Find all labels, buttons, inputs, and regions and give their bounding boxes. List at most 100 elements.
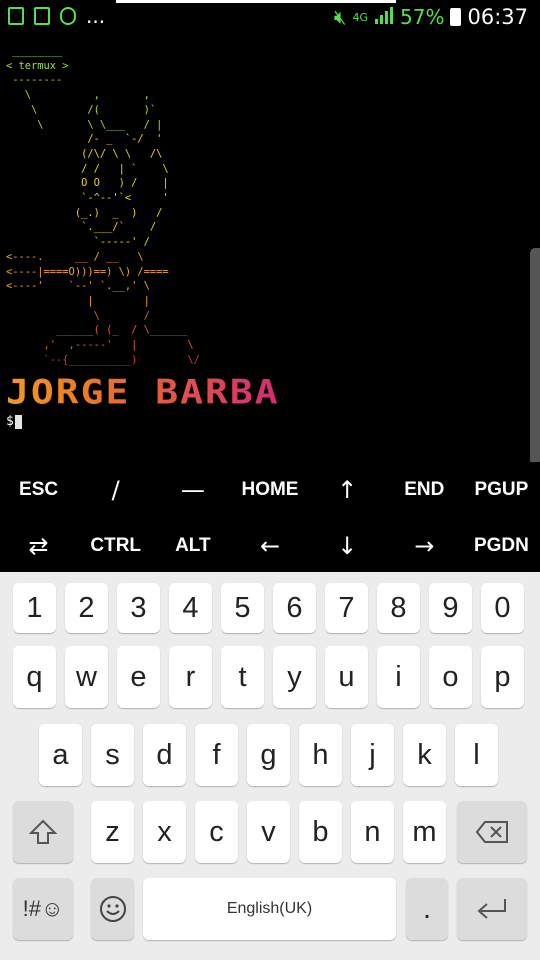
backspace-icon	[475, 821, 508, 843]
key-w[interactable]: w	[65, 646, 108, 708]
alt-key[interactable]: ALT	[154, 518, 231, 574]
shell-prompt[interactable]: $	[6, 414, 22, 429]
mute-icon: 🔇︎	[333, 5, 347, 29]
key-y[interactable]: y	[273, 646, 316, 708]
arrow-down-key[interactable]: ↓	[309, 518, 386, 574]
key-4[interactable]: 4	[169, 583, 212, 633]
home-key[interactable]: HOME	[231, 462, 308, 518]
ascii-art-line: ______( (_ / \______	[56, 324, 188, 337]
key-g[interactable]: g	[247, 724, 290, 786]
key-t[interactable]: t	[221, 646, 264, 708]
text-cursor	[14, 414, 22, 429]
arrow-left-key[interactable]: ←	[231, 518, 308, 574]
battery-percent: 57%	[400, 5, 445, 29]
terminal-view[interactable]: ________ < termux > -------- \ , , \ /( …	[0, 38, 540, 468]
clock: 06:37	[467, 5, 528, 29]
extra-keys-row-2: ⇄ CTRL ALT ← ↓ → PGDN	[0, 518, 540, 574]
enter-key[interactable]	[457, 878, 527, 940]
ascii-art-line: <----|====O)))==) \) /====	[6, 265, 169, 278]
key-k[interactable]: k	[403, 724, 446, 786]
key-0[interactable]: 0	[481, 583, 524, 633]
backspace-key[interactable]	[457, 801, 527, 863]
ascii-art-line: ,' ,-----' | \	[43, 339, 194, 352]
shift-icon	[29, 819, 57, 844]
ascii-art-line: / / | ` \	[81, 162, 169, 175]
ascii-art-line: <----. __ / __ \	[6, 250, 144, 263]
signal-icon	[374, 6, 394, 29]
status-bar: ... 🔇︎ 4G 57% 06:37	[0, 0, 540, 38]
key-6[interactable]: 6	[273, 583, 316, 633]
page-down-key[interactable]: PGDN	[463, 518, 540, 574]
arrow-right-key[interactable]: →	[386, 518, 463, 574]
ascii-art-line: `--{__________) \/	[43, 353, 200, 366]
ctrl-key[interactable]: CTRL	[77, 518, 154, 574]
battery-icon	[450, 8, 462, 26]
period-key[interactable]: .	[406, 878, 448, 940]
extra-keys-row-1: ESC / — HOME ↑ END PGUP	[0, 462, 540, 518]
sim-icon	[34, 7, 50, 25]
status-indicator-line	[116, 0, 396, 3]
key-o[interactable]: o	[429, 646, 472, 708]
ascii-art-line: --------	[12, 74, 63, 87]
emoji-key[interactable]	[91, 878, 134, 940]
usb-icon	[60, 7, 76, 25]
ascii-art-line: <----' `--' `.__,' \	[6, 280, 150, 293]
key-e[interactable]: e	[117, 646, 160, 708]
tab-key[interactable]: ⇄	[0, 518, 77, 574]
key-r[interactable]: r	[169, 646, 212, 708]
key-8[interactable]: 8	[377, 583, 420, 633]
page-up-key[interactable]: PGUP	[463, 462, 540, 518]
end-key[interactable]: END	[386, 462, 463, 518]
key-s[interactable]: s	[91, 724, 134, 786]
ascii-art-line: `-----' /	[93, 236, 150, 249]
key-i[interactable]: i	[377, 646, 420, 708]
ascii-art-line: < termux >	[6, 59, 69, 72]
ascii-art-line: \ /( )`	[31, 103, 157, 116]
ascii-art-line: \ \ \___ / |	[37, 118, 163, 131]
key-l[interactable]: l	[455, 724, 498, 786]
key-p[interactable]: p	[481, 646, 524, 708]
space-key[interactable]: English(UK)	[143, 878, 396, 940]
ascii-art-line: (/\/ \ \ /\	[81, 147, 163, 160]
esc-key[interactable]: ESC	[0, 462, 77, 518]
key-2[interactable]: 2	[65, 583, 108, 633]
key-5[interactable]: 5	[221, 583, 264, 633]
ascii-art-line: (_.) _ ) /	[74, 206, 163, 219]
key-q[interactable]: q	[13, 646, 56, 708]
scrollbar[interactable]	[530, 248, 540, 468]
key-c[interactable]: c	[195, 801, 238, 863]
key-3[interactable]: 3	[117, 583, 160, 633]
dash-key[interactable]: —	[154, 462, 231, 518]
shift-key[interactable]	[13, 801, 73, 863]
arrow-up-key[interactable]: ↑	[309, 462, 386, 518]
key-9[interactable]: 9	[429, 583, 472, 633]
symbols-key[interactable]: !#☺	[13, 878, 73, 940]
ascii-art-line: `.___/` /	[81, 221, 157, 234]
key-1[interactable]: 1	[13, 583, 56, 633]
key-b[interactable]: b	[299, 801, 342, 863]
ascii-art-line: | |	[87, 294, 150, 307]
ascii-art-line: \ , ,	[24, 89, 150, 102]
ascii-art-line: /- _ `-/ '	[87, 133, 163, 146]
key-n[interactable]: n	[351, 801, 394, 863]
key-m[interactable]: m	[403, 801, 446, 863]
key-j[interactable]: j	[351, 724, 394, 786]
key-f[interactable]: f	[195, 724, 238, 786]
key-x[interactable]: x	[143, 801, 186, 863]
key-d[interactable]: d	[143, 724, 186, 786]
banner-text: JORGE BARBA	[6, 372, 280, 412]
ascii-art-line: `-^--'`< '	[81, 192, 169, 205]
key-7[interactable]: 7	[325, 583, 368, 633]
slash-key[interactable]: /	[77, 462, 154, 518]
prompt-symbol: $	[6, 414, 14, 429]
termux-ascii-art: ________ < termux > -------- \ , , \ /( …	[6, 44, 200, 367]
soft-keyboard: 1 2 3 4 5 6 7 8 9 0 q w e r t y u i o p a s d f g h j k l z x c v b n m !#☺ E…	[0, 572, 540, 960]
key-h[interactable]: h	[299, 724, 342, 786]
key-u[interactable]: u	[325, 646, 368, 708]
key-a[interactable]: a	[39, 724, 82, 786]
key-z[interactable]: z	[91, 801, 134, 863]
key-v[interactable]: v	[247, 801, 290, 863]
enter-icon	[477, 899, 506, 919]
ascii-art-line: \ /	[93, 309, 150, 322]
network-type: 4G	[352, 10, 369, 24]
